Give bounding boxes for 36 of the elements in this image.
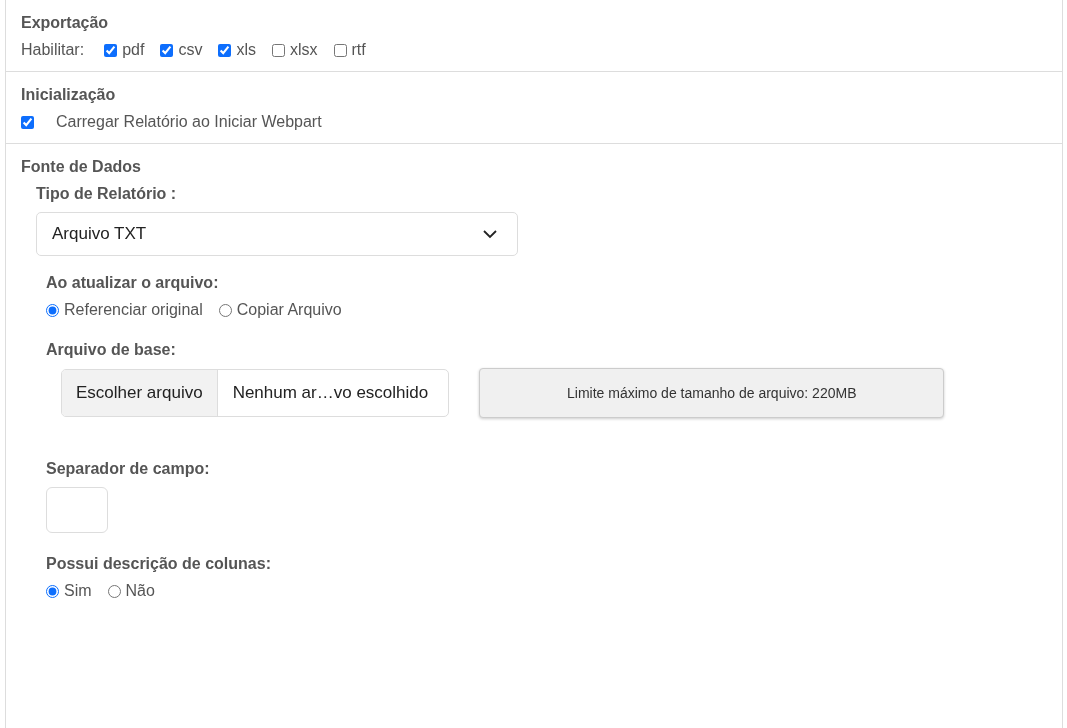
column-description-radio[interactable] (46, 584, 59, 598)
field-label: Tipo de Relatório : (36, 185, 178, 203)
checkbox-label: csv (178, 41, 203, 59)
format-checkbox[interactable] (333, 43, 347, 57)
report-type-select[interactable]: Arquivo TXT (36, 212, 518, 256)
option-checkbox[interactable] (21, 115, 34, 129)
separator-field[interactable] (46, 487, 108, 533)
radio-label: Não (125, 582, 155, 600)
update-radio[interactable] (46, 303, 59, 317)
section-title: Exportação (21, 14, 110, 32)
format-checkbox[interactable] (104, 43, 118, 57)
checkbox-label: Carregar Relatório ao Iniciar Webpart (56, 113, 322, 131)
radio-label: Copiar Arquivo (236, 301, 342, 319)
field-label: Separador de campo: (46, 460, 211, 478)
checkbox-label: rtf (351, 41, 366, 59)
column-description-radio[interactable] (107, 584, 121, 598)
radio-label: Sim (64, 582, 92, 600)
field-label: Ao atualizar o arquivo: (46, 274, 220, 292)
section-title: Inicialização (21, 86, 117, 104)
section-title: Fonte de Dados (21, 158, 142, 176)
update-radio[interactable] (218, 303, 232, 317)
enable-label: Habilitar: (21, 41, 85, 59)
file-input[interactable]: Escolher arquivo Nenhum ar…vo escolhido (61, 369, 450, 417)
format-checkbox[interactable] (271, 43, 285, 57)
field-label: Possui descrição de colunas: (46, 555, 272, 573)
checkbox-label: xls (236, 41, 256, 59)
field-label: Arquivo de base: (46, 341, 177, 359)
format-checkbox[interactable] (160, 43, 174, 57)
checkbox-label: pdf (122, 41, 145, 59)
file-size-limit-note: Limite máximo de tamanho de arquivo: 220MB (479, 368, 945, 418)
radio-label: Referenciar original (64, 301, 203, 319)
file-name: Nenhum ar…vo escolhido (231, 382, 430, 404)
chevron-down-icon (483, 229, 497, 239)
format-checkbox[interactable] (218, 43, 232, 57)
choose-file-button[interactable]: Escolher arquivo (62, 370, 218, 416)
checkbox-label: xlsx (289, 41, 318, 59)
